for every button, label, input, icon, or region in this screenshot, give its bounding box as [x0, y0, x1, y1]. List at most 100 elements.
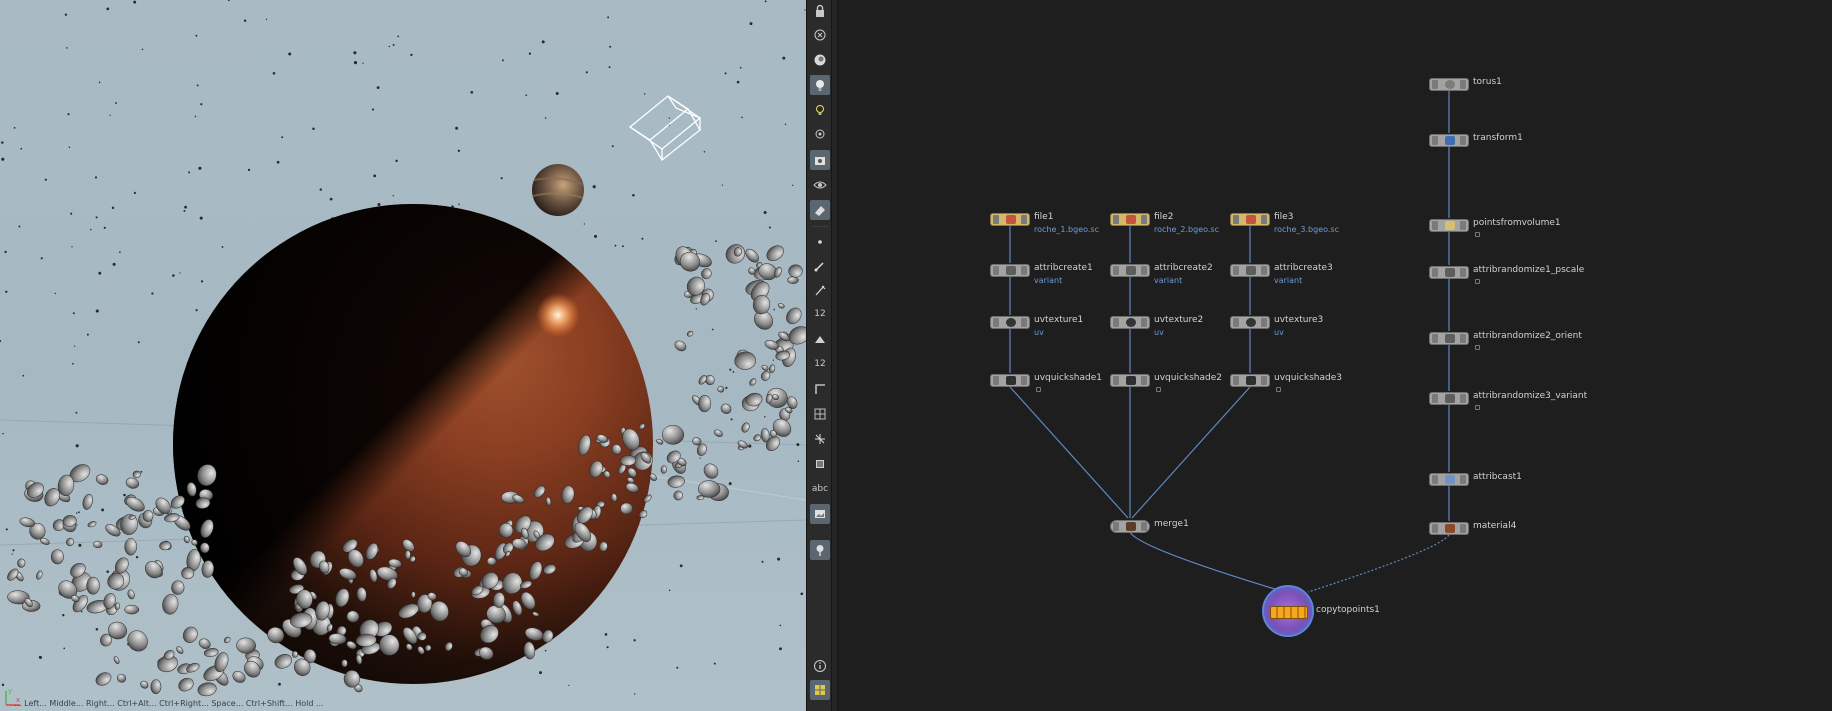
dust-speck	[90, 229, 92, 231]
image-icon[interactable]	[810, 504, 830, 524]
info-icon[interactable]	[810, 656, 830, 676]
close-icon[interactable]	[810, 25, 830, 45]
dust-speck	[703, 150, 706, 153]
dust-speck	[5, 528, 8, 531]
display-options-icon[interactable]	[810, 50, 830, 70]
dust-speck	[195, 309, 198, 312]
asteroid-rock	[124, 538, 137, 556]
eye-icon[interactable]	[810, 175, 830, 195]
grid-icon[interactable]	[810, 404, 830, 424]
dust-speck	[75, 444, 79, 448]
dust-speck	[265, 18, 268, 20]
dust-speck	[713, 662, 716, 665]
dust-speck	[101, 508, 105, 512]
dust-speck	[194, 115, 197, 118]
dust-speck	[724, 72, 727, 75]
numbers-icon[interactable]: 12	[810, 304, 830, 324]
dust-speck	[141, 48, 144, 51]
dust-speck	[63, 647, 66, 650]
dust-speck	[86, 333, 89, 336]
dust-speck	[792, 184, 794, 186]
lighting-icon[interactable]	[810, 75, 830, 95]
brush-icon[interactable]	[810, 256, 830, 276]
dust-speck	[66, 47, 68, 49]
dust-speck	[119, 251, 121, 254]
camera-gizmo	[628, 95, 702, 161]
dust-speck	[272, 72, 276, 75]
scene-viewport[interactable]: y x ... Left... Middle... Right... Ctrl+…	[0, 0, 806, 711]
asteroid-rock	[144, 561, 162, 579]
numbers2-icon[interactable]: 12	[810, 354, 830, 374]
dust-speck	[797, 460, 800, 462]
dust-speck	[458, 203, 460, 206]
dust-speck	[641, 237, 644, 240]
no-lighting-icon[interactable]	[810, 125, 830, 145]
dust-speck	[633, 693, 636, 695]
asteroid-rock	[66, 537, 74, 547]
dust-speck	[199, 216, 203, 220]
dust-speck	[68, 146, 71, 149]
asteroid-rock	[150, 679, 162, 695]
asteroid-rock	[656, 438, 664, 445]
network-editor[interactable]: file1 roche_1.bgeo.sc attribcreate1 vari…	[838, 0, 1832, 711]
dust-speck	[227, 0, 230, 2]
dust-speck	[133, 0, 137, 4]
asteroid-rock	[720, 403, 732, 414]
dust-speck	[54, 292, 57, 295]
layout-icon[interactable]	[810, 680, 830, 700]
dust-speck	[78, 511, 80, 514]
dust-speck	[151, 292, 154, 295]
box-icon[interactable]	[810, 454, 830, 474]
dust-speck	[607, 16, 610, 19]
dust-speck	[71, 246, 73, 248]
dust-speck	[715, 240, 717, 242]
dust-speck	[800, 592, 804, 596]
transform-icon[interactable]	[810, 429, 830, 449]
dust-speck	[137, 341, 140, 344]
headlight-icon[interactable]	[810, 100, 830, 120]
dust-speck	[768, 226, 771, 229]
dust-speck	[103, 226, 106, 229]
asteroid-rock	[113, 656, 120, 664]
corner-icon[interactable]	[810, 379, 830, 399]
dust-speck	[585, 71, 588, 74]
dust-speck	[395, 159, 398, 163]
dust-speck	[371, 108, 375, 111]
dust-speck	[728, 482, 732, 486]
point-icon[interactable]	[810, 232, 830, 252]
asteroid-rock	[741, 422, 750, 433]
paint-icon[interactable]	[810, 329, 830, 349]
pin-icon[interactable]	[810, 540, 830, 560]
dust-speck	[544, 117, 547, 119]
dust-speck	[392, 43, 395, 46]
dust-speck	[188, 171, 191, 174]
pen-icon[interactable]	[810, 280, 830, 300]
dust-speck	[44, 178, 47, 181]
node-copytopoints1[interactable]	[1262, 585, 1314, 637]
dust-speck	[725, 386, 728, 390]
dust-speck	[604, 633, 608, 636]
dust-speck	[1, 141, 4, 144]
text-icon[interactable]: abc	[810, 479, 830, 499]
dust-speck	[376, 86, 380, 89]
dust-speck	[633, 639, 636, 642]
asteroid-rock	[749, 378, 757, 386]
dust-speck	[114, 102, 117, 104]
lock-icon[interactable]	[810, 1, 830, 21]
asteroid-rock	[769, 364, 776, 373]
dust-speck	[276, 160, 280, 164]
dust-speck	[72, 362, 74, 365]
dust-speck	[94, 176, 98, 179]
snapshot-icon[interactable]	[810, 200, 830, 220]
asteroid-rock	[667, 475, 685, 488]
dust-speck	[312, 127, 315, 130]
asteroid-rock	[176, 646, 184, 654]
dust-speck	[278, 682, 281, 686]
asteroid-rock	[17, 558, 26, 568]
dust-speck	[183, 210, 186, 212]
dust-speck	[593, 234, 598, 238]
dust-speck	[410, 53, 413, 57]
camera-icon[interactable]	[810, 150, 830, 170]
dust-speck	[198, 166, 202, 170]
dust-speck	[13, 127, 16, 129]
